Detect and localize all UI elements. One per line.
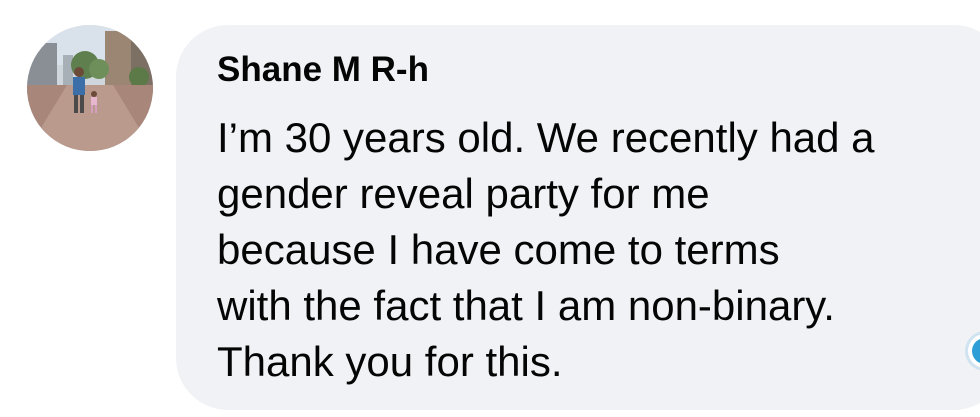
comment-text-line: I’m 30 years old. We recently had a: [217, 114, 875, 161]
avatar[interactable]: [27, 25, 153, 151]
comment-text: I’m 30 years old. We recently had a gend…: [217, 110, 875, 390]
comment: Shane M R-h I’m 30 years old. We recentl…: [0, 0, 980, 417]
comment-text-line: with the fact that I am non-binary.: [217, 282, 835, 329]
comment-text-line: because I have come to terms: [217, 226, 780, 273]
comment-text-line: gender reveal party for me: [217, 170, 710, 217]
reaction-badge: [972, 338, 980, 364]
comment-text-line: Thank you for this.: [217, 338, 563, 385]
avatar-photo: [27, 25, 153, 151]
comment-author[interactable]: Shane M R-h: [217, 46, 429, 94]
